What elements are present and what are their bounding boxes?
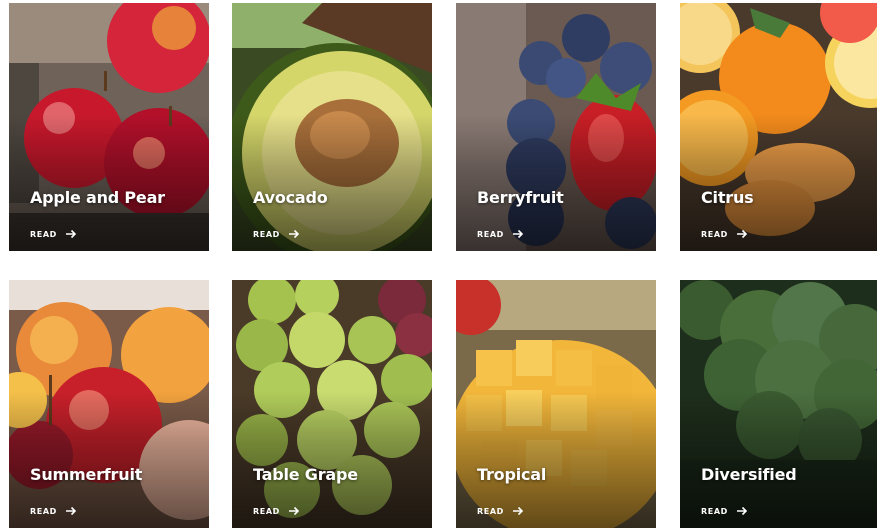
card-shade	[680, 3, 877, 251]
card-title: Citrus	[701, 188, 754, 207]
card-shade	[9, 280, 209, 528]
card-shade	[680, 280, 877, 528]
category-card-citrus[interactable]: Citrus READ	[680, 3, 877, 251]
read-link[interactable]: READ	[253, 506, 300, 516]
read-link-label: READ	[30, 506, 57, 516]
product-category-grid: Apple and Pear READ Avocado READ Berryfr…	[9, 3, 877, 528]
card-title: Diversified	[701, 465, 797, 484]
card-shade	[456, 280, 656, 528]
arrow-right-icon	[512, 506, 523, 516]
arrow-right-icon	[65, 229, 76, 239]
category-card-avocado[interactable]: Avocado READ	[232, 3, 432, 251]
arrow-right-icon	[288, 229, 299, 239]
card-title: Summerfruit	[30, 465, 143, 484]
card-title: Tropical	[477, 465, 547, 484]
card-shade	[232, 3, 432, 251]
category-card-summerfruit[interactable]: Summerfruit READ	[9, 280, 209, 528]
read-link-label: READ	[253, 229, 280, 239]
read-link-label: READ	[701, 229, 728, 239]
read-link-label: READ	[477, 229, 504, 239]
arrow-right-icon	[736, 506, 747, 516]
category-card-berryfruit[interactable]: Berryfruit READ	[456, 3, 656, 251]
read-link-label: READ	[701, 506, 728, 516]
category-card-apple-and-pear[interactable]: Apple and Pear READ	[9, 3, 209, 251]
read-link[interactable]: READ	[30, 229, 77, 239]
arrow-right-icon	[288, 506, 299, 516]
read-link[interactable]: READ	[701, 506, 748, 516]
read-link[interactable]: READ	[701, 229, 748, 239]
read-link[interactable]: READ	[477, 506, 524, 516]
read-link[interactable]: READ	[477, 229, 524, 239]
category-card-table-grape[interactable]: Table Grape READ	[232, 280, 432, 528]
read-link-label: READ	[477, 506, 504, 516]
read-link-label: READ	[253, 506, 280, 516]
arrow-right-icon	[736, 229, 747, 239]
card-title: Berryfruit	[477, 188, 564, 207]
arrow-right-icon	[65, 506, 76, 516]
read-link[interactable]: READ	[253, 229, 300, 239]
card-title: Table Grape	[253, 465, 358, 484]
category-card-tropical[interactable]: Tropical READ	[456, 280, 656, 528]
arrow-right-icon	[512, 229, 523, 239]
card-shade	[9, 3, 209, 251]
read-link-label: READ	[30, 229, 57, 239]
card-title: Avocado	[253, 188, 328, 207]
card-shade	[232, 280, 432, 528]
card-title: Apple and Pear	[30, 188, 165, 207]
read-link[interactable]: READ	[30, 506, 77, 516]
category-card-diversified[interactable]: Diversified READ	[680, 280, 877, 528]
card-shade	[456, 3, 656, 251]
